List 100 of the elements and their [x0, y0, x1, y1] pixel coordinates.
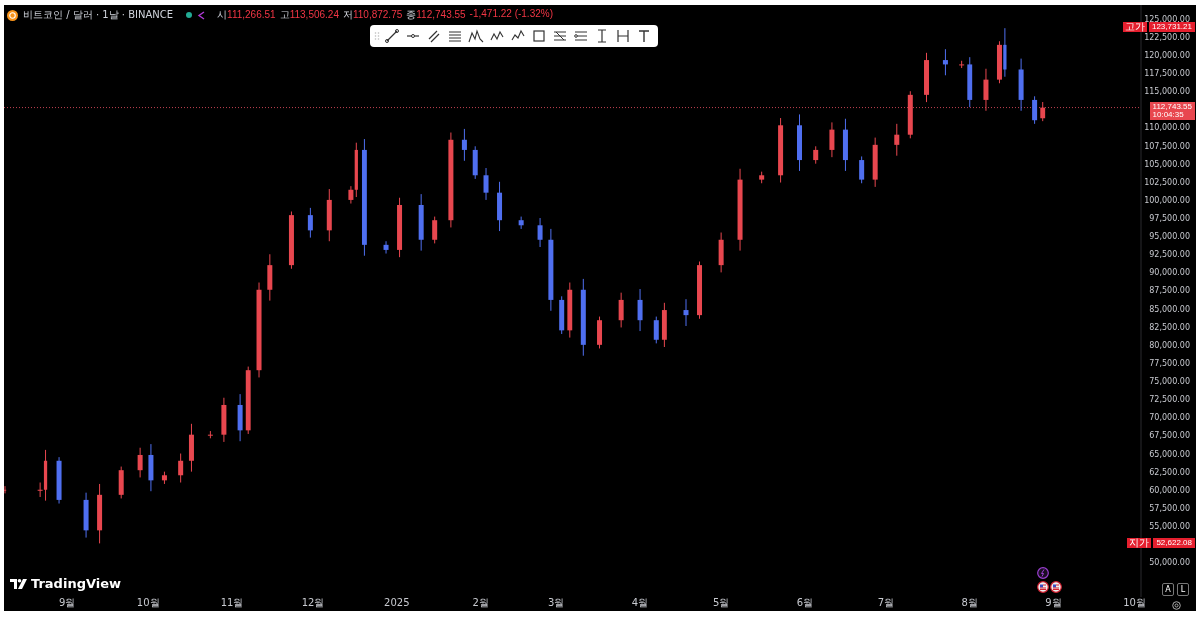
- flag-event-icon[interactable]: [1037, 581, 1049, 593]
- price-tick-label: 82,500.00: [1149, 322, 1190, 332]
- candle: [326, 188, 332, 242]
- candle: [518, 216, 524, 230]
- candle: [161, 471, 167, 485]
- price-tick-label: 115,000.00: [1144, 87, 1190, 97]
- flag-event-icon[interactable]: [1050, 581, 1062, 593]
- countdown-timer: 10:04:35: [1152, 110, 1184, 119]
- price-tick-label: 50,000.00: [1149, 558, 1190, 568]
- price-marker-value: 52,622.08: [1153, 537, 1195, 548]
- price-tick-label: 65,000.00: [1149, 449, 1190, 459]
- share-icon: [197, 10, 207, 20]
- candle: [597, 316, 602, 349]
- candle: [221, 397, 227, 443]
- price-tick-label: 110,000.00: [1144, 123, 1190, 133]
- time-tick-label: 2025: [384, 597, 410, 608]
- candle: [942, 48, 948, 76]
- horizontal-measure-icon: [615, 28, 631, 44]
- price-tick-label: 100,000.00: [1144, 195, 1190, 205]
- candle: [697, 261, 702, 320]
- price-tick-label: 60,000.00: [1149, 485, 1190, 495]
- price-tick-label: 102,500.00: [1144, 177, 1190, 187]
- candle: [829, 121, 835, 158]
- price-tick-label: 117,500.00: [1144, 69, 1190, 79]
- settings-icon[interactable]: [1172, 601, 1181, 610]
- candle: [472, 145, 478, 180]
- candle: [483, 167, 489, 201]
- candle: [637, 288, 643, 332]
- candle: [967, 56, 973, 108]
- price-tick-label: 125,000.00: [1144, 14, 1190, 24]
- candle: [759, 171, 765, 184]
- price-change: -1,471.22 (-1.32%): [469, 8, 553, 21]
- price-tick-label: 55,000.00: [1149, 522, 1190, 531]
- candle: [178, 453, 184, 483]
- price-marker-label: 지가: [1127, 537, 1152, 548]
- candle: [894, 123, 900, 157]
- candle: [383, 240, 389, 255]
- price-marker-label: 고가: [1122, 22, 1147, 33]
- candle: [618, 292, 624, 328]
- time-tick-label: 3월: [548, 597, 565, 608]
- price-tick-label: 57,500.00: [1149, 503, 1190, 513]
- price-tick-label: 90,000.00: [1149, 268, 1190, 278]
- candle: [97, 483, 103, 544]
- price-tick-label: 67,500.00: [1149, 431, 1190, 441]
- text-icon: [636, 28, 652, 44]
- candle: [188, 423, 194, 473]
- price-tick-label: 120,000.00: [1144, 51, 1190, 60]
- time-tick-label: 12월: [301, 597, 325, 608]
- logo-icon: [10, 578, 27, 589]
- candle: [813, 145, 819, 165]
- candle: [661, 302, 667, 348]
- time-tick-label: 7월: [877, 597, 895, 608]
- candle: [872, 137, 878, 188]
- candle: [56, 456, 62, 505]
- candle: [245, 366, 251, 435]
- price-tick-label: 85,000.00: [1149, 304, 1190, 314]
- candle: [797, 113, 802, 172]
- candle: [1032, 95, 1038, 125]
- candle: [959, 60, 965, 69]
- price-tick-label: 62,500.00: [1149, 467, 1190, 477]
- time-tick-label: 5월: [712, 597, 730, 608]
- price-marker-value: 123,731.21: [1148, 22, 1195, 33]
- candle: [1040, 101, 1046, 122]
- coin-icon: [7, 9, 18, 21]
- candle: [432, 216, 438, 244]
- candle: [307, 207, 313, 239]
- candle: [559, 295, 565, 335]
- price-tick-label: 77,500.00: [1149, 358, 1190, 368]
- candle: [397, 197, 403, 258]
- drawing-tool-button[interactable]: [467, 27, 485, 45]
- drawing-tool-button[interactable]: [383, 27, 401, 45]
- drag-handle-icon[interactable]: [374, 31, 380, 41]
- candle: [859, 155, 865, 184]
- parallel-lines-icon: [426, 28, 442, 44]
- ohlc-value: 저110,872.75: [342, 8, 403, 22]
- candle: [983, 68, 989, 112]
- rectangle-icon: [531, 28, 547, 44]
- lightning-event-icon[interactable]: [1037, 567, 1049, 579]
- candle: [497, 181, 503, 232]
- scale-button[interactable]: A: [1162, 583, 1174, 596]
- candle: [118, 466, 124, 499]
- time-tick-label: 8월: [961, 597, 978, 608]
- candle: [653, 316, 659, 344]
- channel-icon: [552, 28, 568, 44]
- scale-button[interactable]: L: [1177, 583, 1189, 596]
- candle: [418, 193, 424, 252]
- price-tick-label: 105,000.00: [1144, 159, 1190, 169]
- price-tick-label: 97,500.00: [1149, 214, 1190, 224]
- candle: [4, 485, 7, 494]
- price-tick-label: 107,500.00: [1144, 141, 1190, 151]
- candle: [83, 492, 89, 539]
- price-tick-label: 75,000.00: [1149, 377, 1190, 387]
- candle: [267, 253, 273, 302]
- candle: [148, 443, 154, 492]
- price-tick-label: 70,000.00: [1149, 413, 1190, 423]
- ohlc-value: 종112,743.55: [406, 8, 466, 22]
- ohlc-value: 고113,506.24: [279, 8, 339, 22]
- candle: [718, 232, 724, 273]
- price-tick-label: 72,500.00: [1149, 395, 1190, 405]
- candle: [924, 52, 929, 103]
